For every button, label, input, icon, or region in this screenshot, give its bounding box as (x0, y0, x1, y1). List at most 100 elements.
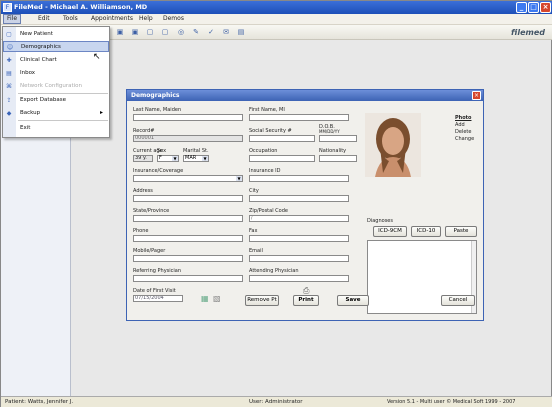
insurance-id-field[interactable] (249, 175, 349, 182)
demographics-icon: ☺ (6, 44, 14, 51)
menu-separator (18, 93, 108, 94)
address-label: Address (133, 188, 153, 194)
menu-item-label: Clinical Chart (20, 57, 57, 63)
inbox-icon: ▤ (6, 70, 12, 77)
document-icon[interactable]: ▢ (146, 28, 154, 36)
clear-date-icon[interactable]: ▧ (213, 294, 221, 303)
menu-item-export-database[interactable]: ⇪ Export Database (3, 95, 109, 106)
sex-label: Sex (157, 148, 167, 154)
add-photo-link[interactable]: Add (455, 122, 465, 128)
new-patient-icon: ▢ (6, 31, 12, 38)
export-icon: ⇪ (6, 97, 12, 104)
mobile-field[interactable] (133, 255, 243, 262)
mouse-cursor-icon: ↖ (93, 52, 101, 62)
mobile-label: Mobile/Pager (133, 248, 166, 254)
remove-patient-button[interactable]: Remove Pt (245, 295, 279, 306)
delete-photo-link[interactable]: Delete (455, 129, 471, 135)
app-window: F FileMed - Michael A. Williamson, MD _ … (0, 0, 552, 407)
menu-tools[interactable]: Tools (63, 15, 78, 22)
last-name-label: Last Name, Maiden (133, 107, 182, 113)
folder-open-icon[interactable]: ▣ (131, 28, 139, 36)
sex-select[interactable]: F ▼ (157, 155, 179, 162)
cancel-button[interactable]: Cancel (441, 295, 475, 306)
menu-item-label: Backup (20, 110, 41, 116)
menu-item-label: Network Configuration (20, 83, 83, 89)
insurance-select[interactable]: ▼ (133, 175, 243, 182)
print-button[interactable]: Print (293, 295, 319, 306)
phone-field[interactable] (133, 235, 243, 242)
menu-item-backup[interactable]: ◆ Backup ▸ (3, 108, 109, 119)
icd10-button[interactable]: ICD-10 (411, 226, 441, 237)
phone-label: Phone (133, 228, 149, 234)
state-field[interactable] (133, 215, 243, 222)
first-name-field[interactable] (249, 114, 349, 121)
menu-demos[interactable]: Demos (163, 15, 184, 22)
status-patient: Patient: Watts, Jennifer J. (5, 399, 74, 405)
menu-item-label: Export Database (20, 97, 66, 103)
icd9-button[interactable]: ICD-9CM (373, 226, 407, 237)
email-field[interactable] (249, 255, 349, 262)
change-photo-link[interactable]: Change (455, 136, 474, 142)
address-field[interactable] (133, 195, 243, 202)
dialog-title: Demographics (131, 92, 180, 99)
ssn-field[interactable] (249, 135, 315, 142)
search-icon[interactable]: ◎ (177, 28, 185, 36)
last-name-field[interactable] (133, 114, 243, 121)
menu-item-new-patient[interactable]: ▢ New Patient (3, 29, 109, 40)
current-age-field: 39 y. (133, 155, 153, 162)
status-bar: Patient: Watts, Jennifer J. User: Admini… (1, 396, 552, 407)
zip-field[interactable]: / (249, 215, 349, 222)
page-icon[interactable]: ▢ (161, 28, 169, 36)
app-icon: F (3, 3, 12, 12)
submenu-arrow-icon: ▸ (99, 109, 103, 116)
first-visit-field[interactable]: 07/15/2004 (133, 295, 183, 302)
mail-icon[interactable]: ✉ (222, 28, 230, 36)
dialog-title-bar: Demographics × (127, 90, 483, 101)
menu-item-exit[interactable]: Exit (3, 123, 109, 134)
fax-field[interactable] (249, 235, 349, 242)
menu-help[interactable]: Help (139, 15, 153, 22)
city-field[interactable] (249, 195, 349, 202)
attending-physician-label: Attending Physician (249, 268, 299, 274)
record-label: Record# (133, 128, 155, 134)
folder-icon[interactable]: ▣ (116, 28, 124, 36)
occupation-label: Occupation (249, 148, 278, 154)
insurance-id-label: Insurance ID (249, 168, 281, 174)
occupation-field[interactable] (249, 155, 315, 162)
referring-physician-field[interactable] (133, 275, 243, 282)
ssn-label: Social Security # (249, 128, 292, 134)
menu-item-label: Exit (20, 125, 31, 131)
patient-photo (365, 113, 421, 177)
attending-physician-field[interactable] (249, 275, 349, 282)
record-field: 000001 (133, 135, 243, 142)
menu-item-network-configuration: ⌘ Network Configuration (3, 81, 109, 92)
chart-icon[interactable]: ▤ (237, 28, 245, 36)
menu-appointments[interactable]: Appointments (91, 15, 133, 22)
city-label: City (249, 188, 259, 194)
marital-label: Marital St. (183, 148, 209, 154)
marital-select[interactable]: MAR ▼ (183, 155, 209, 162)
maximize-button[interactable]: □ (528, 2, 539, 13)
zip-label: Zip/Postal Code (249, 208, 288, 214)
menu-edit[interactable]: Edit (38, 15, 50, 22)
dialog-close-button[interactable]: × (472, 91, 481, 100)
photo-link[interactable]: Photo (455, 115, 471, 121)
dob-format-label: MM/DD/YY (319, 129, 340, 134)
menu-item-inbox[interactable]: ▤ Inbox (3, 68, 109, 79)
close-button[interactable]: × (540, 2, 551, 13)
paste-button[interactable]: Paste (445, 226, 477, 237)
minimize-button[interactable]: _ (516, 2, 527, 13)
edit-icon[interactable]: ✎ (192, 28, 200, 36)
calendar-icon[interactable]: ▦ (201, 294, 209, 303)
patient-photo-image (365, 113, 421, 177)
file-menu-dropdown: ▢ New Patient ☺ Demographics ✚ Clinical … (2, 26, 110, 138)
menu-file[interactable]: File (3, 14, 22, 24)
backup-icon: ◆ (6, 110, 12, 117)
save-button[interactable]: Save (337, 295, 369, 306)
email-label: Email (249, 248, 263, 254)
check-icon[interactable]: ✓ (207, 28, 215, 36)
menu-item-demographics[interactable]: ☺ Demographics (3, 41, 109, 52)
nationality-field[interactable] (319, 155, 357, 162)
chevron-down-icon: ▼ (202, 156, 208, 161)
dob-field[interactable] (319, 135, 357, 142)
